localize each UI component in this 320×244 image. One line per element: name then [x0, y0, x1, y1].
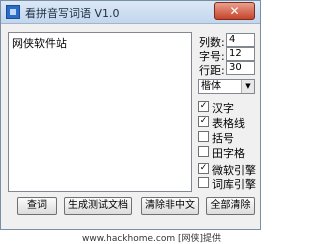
option-brackets-label: 括号 — [212, 132, 234, 145]
query-button[interactable]: 查词 — [17, 197, 57, 215]
word-input-area[interactable]: 网侠软件站 — [8, 32, 192, 192]
columns-input[interactable]: 4 — [226, 33, 255, 47]
watermark: www.hackhome.com [网侠]提供 — [82, 234, 221, 244]
generate-test-doc-button[interactable]: 生成测试文档 — [64, 197, 132, 215]
font-select-value: 楷体 — [201, 81, 221, 92]
option-hanzi-checkbox[interactable]: ✓ — [198, 101, 209, 112]
option-tianzige-label: 田字格 — [212, 147, 245, 160]
option-ms-engine-checkbox[interactable]: ✓ — [198, 163, 209, 174]
option-hanzi-label: 汉字 — [212, 102, 234, 115]
close-button[interactable]: ✕ — [214, 2, 255, 20]
option-table-lines-label: 表格线 — [212, 117, 245, 130]
font-select[interactable]: 楷体 ▼ — [198, 79, 255, 94]
line-spacing-label: 行距: — [199, 64, 225, 77]
clear-all-button[interactable]: 全部清除 — [206, 197, 255, 215]
window-title: 看拼音写词语 V1.0 — [25, 7, 120, 20]
clear-non-chinese-button[interactable]: 清除非中文 — [141, 197, 199, 215]
app-window: 看拼音写词语 V1.0 ✕ 网侠软件站 列数: 4 字号: 12 行距: 30 … — [0, 0, 261, 230]
option-table-lines-checkbox[interactable]: ✓ — [198, 116, 209, 127]
option-lexicon-engine-checkbox[interactable] — [198, 177, 209, 188]
chevron-down-icon: ▼ — [241, 80, 254, 93]
option-lexicon-engine-label: 词库引擎 — [212, 178, 256, 191]
line-spacing-input[interactable]: 30 — [226, 61, 255, 75]
title-bar[interactable]: 看拼音写词语 V1.0 ✕ — [1, 1, 260, 24]
font-size-input[interactable]: 12 — [226, 47, 255, 61]
option-tianzige-checkbox[interactable] — [198, 146, 209, 157]
option-brackets-checkbox[interactable] — [198, 131, 209, 142]
app-icon — [6, 5, 20, 19]
